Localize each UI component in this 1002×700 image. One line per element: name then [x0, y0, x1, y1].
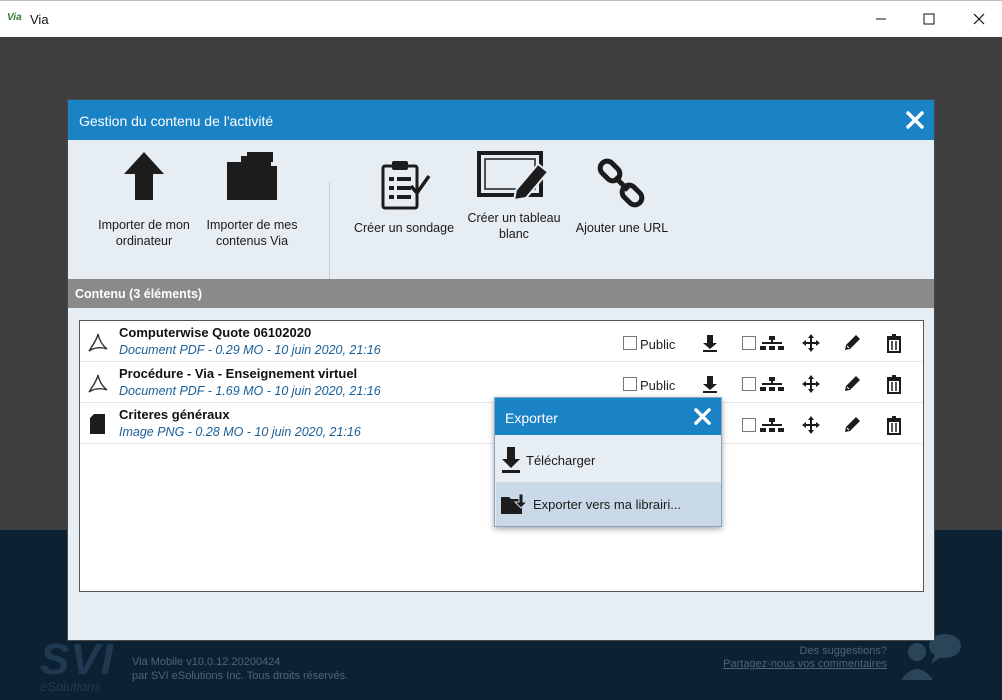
edit-pencil-icon[interactable] [842, 415, 862, 435]
content-section-title: Contenu (3 éléments) [75, 287, 203, 301]
tool-label: Créer un sondage [353, 221, 455, 235]
download-icon[interactable] [700, 333, 720, 353]
move-icon[interactable] [801, 415, 821, 435]
tool-label: Importer de mes [206, 218, 298, 232]
tool-label: Ajouter une URL [575, 221, 669, 235]
upload-arrow-icon [124, 152, 164, 200]
minimize-icon [876, 18, 886, 20]
pdf-icon [88, 333, 108, 352]
feedback-link[interactable]: Partagez-nous vos commentaires [723, 658, 887, 671]
toolbar-divider [329, 182, 330, 288]
content-section-header: Contenu (3 éléments) [68, 279, 934, 308]
public-label: Public [640, 378, 676, 393]
download-icon [502, 447, 520, 473]
whiteboard-icon [477, 151, 550, 202]
toolbar: Importer de mon ordinateur Importer de m… [68, 140, 934, 288]
download-icon[interactable] [700, 374, 720, 394]
sitemap-icon[interactable] [759, 333, 785, 353]
window-title: Via [30, 12, 49, 27]
clipboard-check-icon [381, 161, 431, 210]
svi-logo-text: SVI [40, 635, 114, 684]
dialog-close-icon[interactable] [905, 110, 925, 130]
export-to-library-option[interactable]: Exporter vers ma librairi... [496, 482, 721, 526]
download-option-label: Télécharger [526, 453, 596, 468]
hierarchy-checkbox[interactable] [742, 336, 756, 350]
trash-icon[interactable] [884, 415, 904, 435]
pdf-icon [88, 374, 108, 393]
import-computer-button[interactable]: Importer de mon ordinateur [90, 150, 198, 249]
maximize-icon [923, 13, 935, 25]
add-url-button[interactable]: Ajouter une URL [568, 158, 676, 236]
export-close-icon[interactable] [693, 407, 712, 426]
create-poll-button[interactable]: Créer un sondage [348, 158, 460, 236]
close-window-button[interactable] [964, 7, 994, 31]
link-chain-icon [597, 158, 645, 208]
version-line: Via Mobile v10.0.12.20200424 [132, 656, 281, 668]
dialog-title: Gestion du contenu de l'activité [79, 113, 274, 129]
suggestions: Des suggestions? Partagez-nous vos comme… [723, 645, 887, 671]
tool-label: Importer de mon [98, 218, 190, 232]
item-meta: Document PDF - 0.29 MO - 10 juin 2020, 2… [119, 343, 381, 357]
edit-pencil-icon[interactable] [842, 374, 862, 394]
sitemap-icon[interactable] [759, 374, 785, 394]
move-icon[interactable] [801, 333, 821, 353]
item-name: Procédure - Via - Enseignement virtuel [119, 366, 358, 381]
item-name: Computerwise Quote 06102020 [119, 325, 312, 340]
folder-export-icon [501, 493, 528, 514]
folder-icon [227, 152, 277, 200]
close-icon [973, 13, 985, 25]
dialog-header: Gestion du contenu de l'activité [68, 100, 934, 140]
move-icon[interactable] [801, 374, 821, 394]
public-checkbox[interactable] [623, 336, 637, 350]
export-popup-header: Exporter [495, 398, 721, 435]
import-via-content-button[interactable]: Importer de mes contenus Via [198, 150, 306, 249]
sitemap-icon[interactable] [759, 415, 785, 435]
copyright-line: par SVI eSolutions Inc. Tous droits rése… [132, 670, 349, 682]
trash-icon[interactable] [884, 333, 904, 353]
edit-pencil-icon[interactable] [842, 333, 862, 353]
export-option-label: Exporter vers ma librairi... [533, 497, 682, 512]
trash-icon[interactable] [884, 374, 904, 394]
export-popup-title: Exporter [505, 410, 558, 426]
export-popup: Exporter Télécharger Exporter vers ma li… [494, 397, 722, 527]
app-logo: Via [7, 12, 22, 23]
content-management-dialog: Gestion du contenu de l'activité Importe… [67, 99, 935, 641]
version-info: Via Mobile v10.0.12.20200424 par SVI eSo… [132, 655, 348, 683]
tool-label: Créer un tableau [467, 211, 561, 225]
hierarchy-checkbox[interactable] [742, 418, 756, 432]
minimize-button[interactable] [866, 7, 896, 31]
list-item[interactable]: Computerwise Quote 06102020 Document PDF… [80, 321, 923, 362]
window-titlebar: Via Via [0, 0, 1002, 37]
create-whiteboard-button[interactable]: Créer un tableau blanc [460, 150, 568, 242]
download-option[interactable]: Télécharger [496, 438, 721, 482]
item-name: Criteres généraux [119, 407, 230, 422]
item-meta: Image PNG - 0.28 MO - 10 juin 2020, 21:1… [119, 425, 361, 439]
hierarchy-checkbox[interactable] [742, 377, 756, 391]
item-meta: Document PDF - 1.69 MO - 10 juin 2020, 2… [119, 384, 381, 398]
tool-label: ordinateur [115, 234, 173, 248]
image-file-icon [90, 414, 105, 434]
svi-logo: SVI eSolutions [40, 635, 114, 694]
public-checkbox[interactable] [623, 377, 637, 391]
maximize-button[interactable] [914, 7, 944, 31]
tool-label: blanc [499, 227, 529, 241]
suggestions-label: Des suggestions? [799, 645, 887, 657]
public-label: Public [640, 337, 676, 352]
tool-label: contenus Via [215, 234, 289, 248]
